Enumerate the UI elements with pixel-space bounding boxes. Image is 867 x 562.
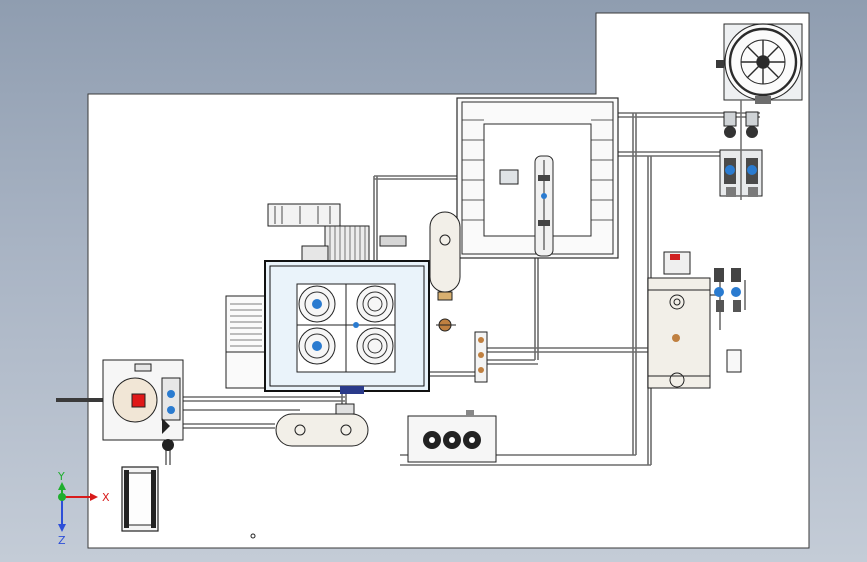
condenser-frame[interactable] — [456, 97, 619, 259]
fan-icon — [741, 40, 785, 84]
heater-unit[interactable] — [102, 359, 184, 451]
y-axis-label: Y — [57, 470, 65, 483]
cooling-tower[interactable] — [716, 23, 803, 104]
air-cooler[interactable] — [407, 410, 497, 463]
x-axis-label: X — [102, 491, 110, 504]
cad-viewport[interactable]: X Y Z — [0, 0, 867, 562]
valve-manifold[interactable] — [474, 331, 488, 383]
z-axis-label: Z — [58, 534, 66, 547]
separator-column[interactable] — [534, 155, 554, 257]
fan-icon — [423, 431, 481, 449]
pump-station[interactable] — [719, 100, 763, 200]
compressor-icon — [296, 283, 396, 373]
motor-unit[interactable] — [121, 466, 159, 532]
motor-icon — [121, 466, 159, 532]
